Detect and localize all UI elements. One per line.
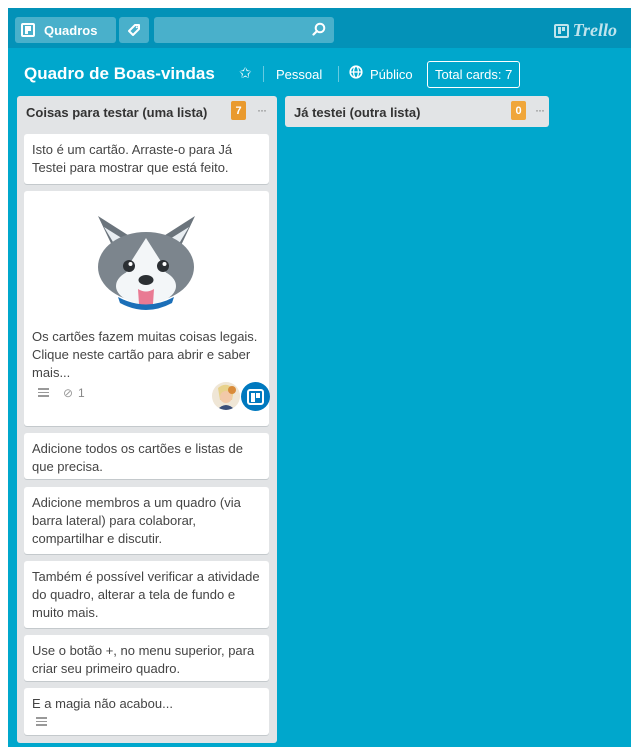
board-icon [21, 23, 35, 37]
card-text: Os cartões fazem muitas coisas legais. C… [32, 329, 258, 380]
divider [338, 66, 339, 82]
visibility-public-button[interactable]: Público [370, 67, 413, 82]
description-icon [36, 717, 47, 726]
card-text: Adicione membros a um quadro (via barra … [32, 495, 241, 546]
boards-button[interactable]: Quadros [15, 17, 116, 43]
card-text: Use o botão +, no menu superior, para cr… [32, 643, 255, 676]
trello-member-avatar[interactable] [241, 382, 270, 411]
card-text: E a magia não acabou... [32, 696, 173, 711]
list-title[interactable]: Coisas para testar (uma lista) [26, 105, 207, 120]
card-cover-image [32, 191, 261, 328]
husky-dog-image [98, 216, 195, 310]
tag-button[interactable] [119, 17, 149, 43]
search-input[interactable] [154, 17, 304, 43]
visibility-team-button[interactable]: Pessoal [276, 67, 322, 82]
boards-button-label: Quadros [44, 22, 98, 38]
attachment-icon: ⊘ [63, 386, 74, 400]
divider [263, 66, 264, 82]
member-avatar[interactable] [212, 382, 240, 410]
list-ja-testei: Já testei (outra lista) 0 ··· [285, 96, 549, 127]
card[interactable]: Também é possível verificar a atividade … [24, 561, 269, 628]
card[interactable]: E a magia não acabou... [24, 688, 269, 735]
card[interactable]: Use o botão +, no menu superior, para cr… [24, 635, 269, 681]
card-badges: ⊘ 1 [32, 382, 270, 411]
list-header[interactable]: Já testei (outra lista) 0 ··· [285, 96, 549, 127]
trello-logo[interactable]: Trello [553, 20, 617, 41]
search-icon[interactable] [312, 22, 326, 36]
list-header[interactable]: Coisas para testar (uma lista) 7 ··· [17, 96, 277, 127]
card-count-badge: 0 [511, 101, 526, 120]
board-title[interactable]: Quadro de Boas-vindas [24, 64, 215, 84]
list-title[interactable]: Já testei (outra lista) [294, 105, 420, 120]
avatar-image [212, 382, 240, 410]
top-header: Quadros Trello [8, 8, 631, 48]
card[interactable]: Isto é um cartão. Arraste-o para Já Test… [24, 134, 269, 184]
star-icon[interactable]: ✩ [239, 64, 252, 82]
trello-logo-text: Trello [572, 20, 617, 40]
trello-icon [247, 388, 264, 405]
globe-icon[interactable] [349, 65, 363, 79]
board-frame: Quadros Trello Quadro de Boas-vindas ✩ P… [8, 8, 631, 747]
tag-icon [128, 24, 140, 36]
total-cards-badge[interactable]: Total cards: 7 [427, 61, 521, 88]
card-text: Também é possível verificar a atividade … [32, 569, 260, 620]
list-menu-button[interactable]: ··· [257, 103, 267, 117]
card[interactable]: Adicione todos os cartões e listas de qu… [24, 433, 269, 479]
card-text: Isto é um cartão. Arraste-o para Já Test… [32, 142, 233, 175]
list-coisas-para-testar: Coisas para testar (uma lista) 7 ··· Ist… [17, 96, 277, 743]
search-box[interactable] [154, 17, 334, 43]
card[interactable]: Adicione membros a um quadro (via barra … [24, 487, 269, 554]
list-menu-button[interactable]: ··· [535, 103, 545, 117]
board-header: Quadro de Boas-vindas ✩ Pessoal Público … [8, 48, 631, 92]
card-text: Adicione todos os cartões e listas de qu… [32, 441, 244, 474]
description-icon [38, 388, 49, 397]
card[interactable]: Os cartões fazem muitas coisas legais. C… [24, 191, 270, 426]
trello-logo-icon [553, 23, 569, 38]
card-count-badge: 7 [231, 101, 246, 120]
attachment-count: 1 [78, 386, 85, 400]
